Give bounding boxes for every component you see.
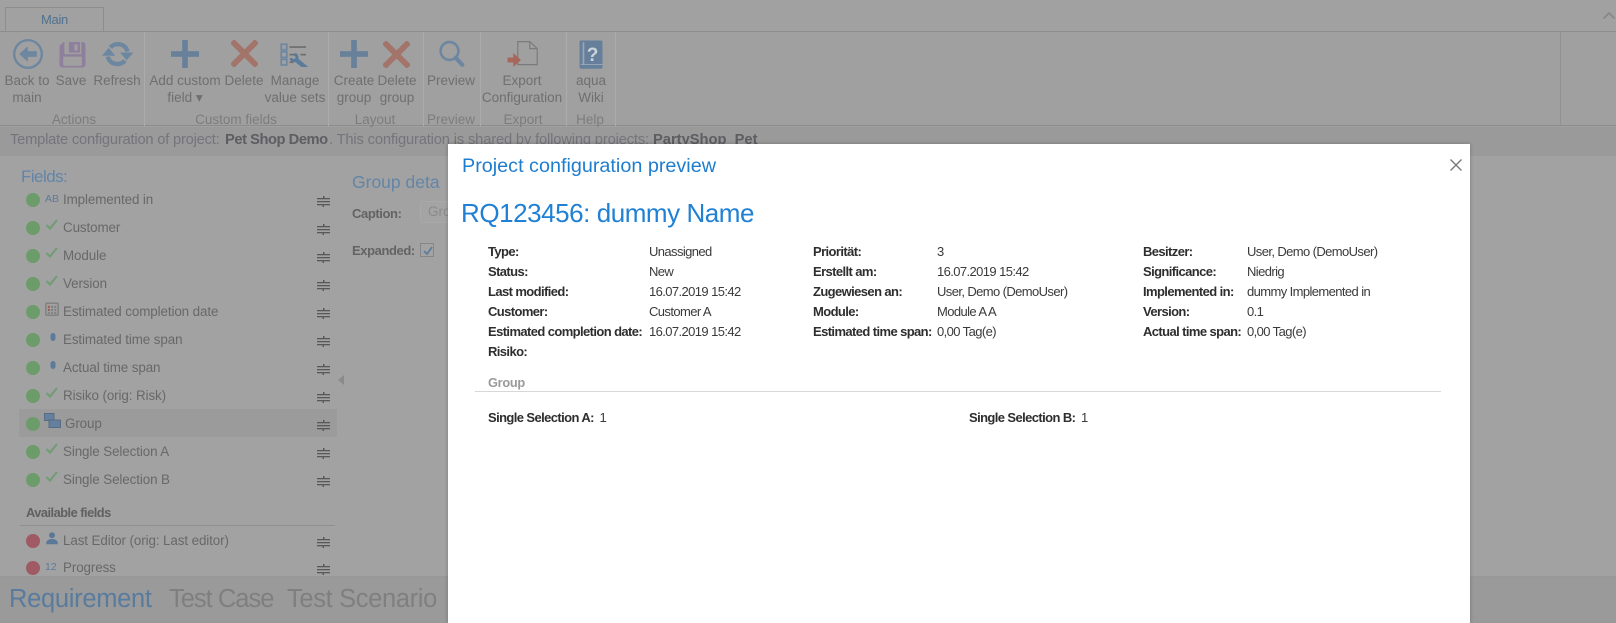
svg-text:?: ?: [587, 45, 599, 66]
